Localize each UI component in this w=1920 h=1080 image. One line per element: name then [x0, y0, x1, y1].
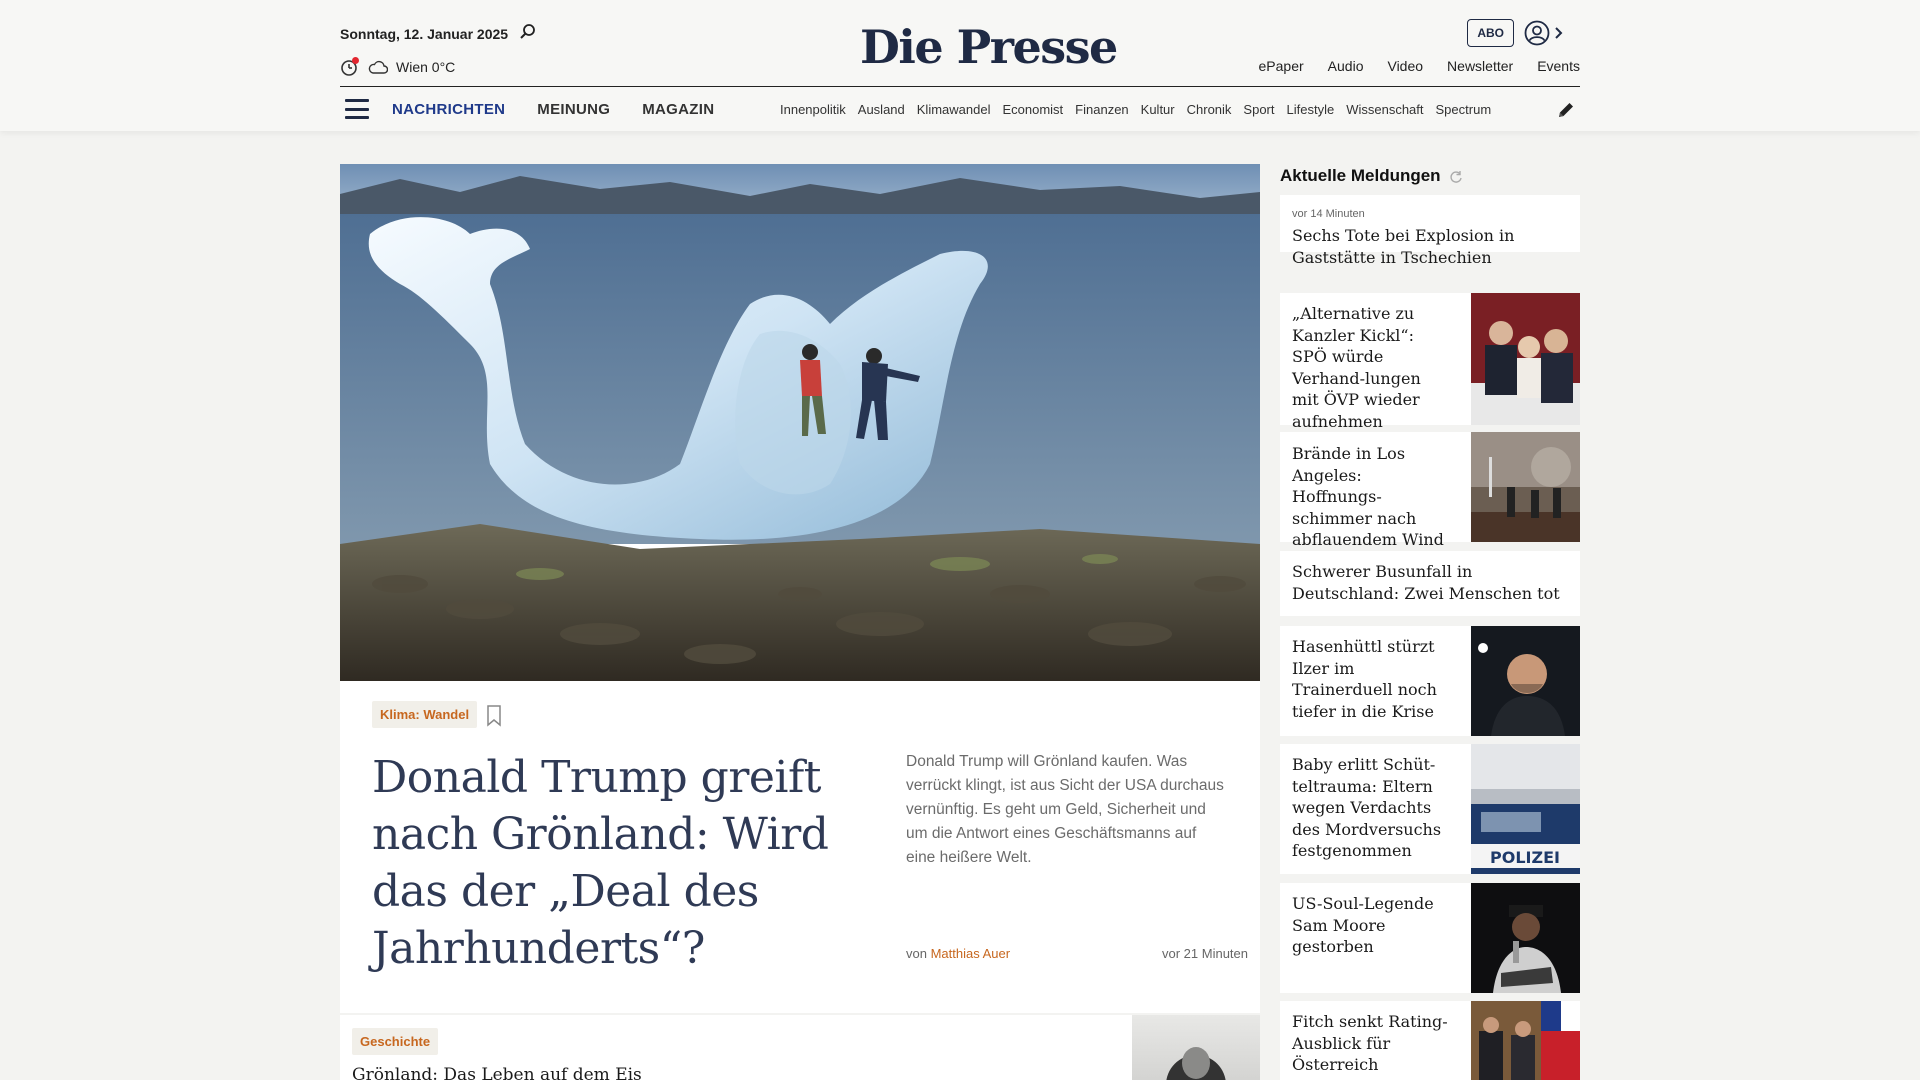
- cloud-icon: [368, 60, 389, 74]
- hamburger-menu-icon[interactable]: [345, 99, 369, 119]
- news-title[interactable]: Hasenhüttl stürzt Ilzer im Trainerduell …: [1292, 636, 1452, 722]
- news-item[interactable]: vor 14 Minuten Sechs Tote bei Explosion …: [1280, 195, 1580, 267]
- subnav-spectrum[interactable]: Spectrum: [1436, 102, 1492, 117]
- news-time: vor 14 Minuten: [1292, 208, 1365, 220]
- hero-image[interactable]: [340, 164, 1260, 681]
- subnav-finanzen[interactable]: Finanzen: [1075, 102, 1128, 117]
- second-article[interactable]: Geschichte Grönland: Das Leben auf dem E…: [340, 1015, 1260, 1080]
- clock-icon: [340, 57, 360, 77]
- second-article-tag[interactable]: Geschichte: [352, 1028, 439, 1055]
- pencil-icon[interactable]: [1556, 100, 1576, 120]
- sidebar-title: Aktuelle Meldungen: [1280, 166, 1463, 186]
- article-headline[interactable]: Donald Trump greift nach Grönland: Wird …: [372, 749, 842, 977]
- nav-nachrichten[interactable]: NACHRICHTEN: [392, 101, 505, 118]
- subnav-fade: [1500, 96, 1540, 122]
- news-item[interactable]: „Alternative zu Kanzler Kickl“: SPÖ würd…: [1280, 293, 1580, 431]
- news-title[interactable]: Sechs Tote bei Explosion in Gaststätte i…: [1292, 225, 1562, 268]
- subnav-chronik[interactable]: Chronik: [1187, 102, 1232, 117]
- news-title[interactable]: US-Soul-Legende Sam Moore gestorben: [1292, 893, 1452, 958]
- current-date: Sonntag, 12. Januar 2025: [340, 26, 509, 42]
- link-events[interactable]: Events: [1537, 58, 1580, 74]
- account-button[interactable]: [1514, 18, 1564, 48]
- link-epaper[interactable]: ePaper: [1259, 58, 1304, 74]
- news-item[interactable]: Baby erlitt Schüt-teltrauma: Eltern wege…: [1280, 744, 1580, 874]
- article-teaser: Donald Trump will Grönland kaufen. Was v…: [906, 753, 1224, 866]
- sub-nav: Innenpolitik Ausland Klimawandel Economi…: [780, 102, 1540, 117]
- lead-article[interactable]: Klima: Wandel Donald Trump greift nach G…: [340, 164, 1260, 1013]
- abo-button[interactable]: ABO: [1467, 19, 1514, 47]
- subnav-sport[interactable]: Sport: [1243, 102, 1274, 117]
- sidebar-title-text: Aktuelle Meldungen: [1280, 166, 1441, 185]
- subnav-ausland[interactable]: Ausland: [858, 102, 905, 117]
- chevron-right-icon: [1554, 26, 1564, 40]
- subnav-innenpolitik[interactable]: Innenpolitik: [780, 102, 846, 117]
- news-item[interactable]: Brände in Los Angeles: Hoffnungs-schimme…: [1280, 432, 1580, 549]
- police-car-lettering: POLIZEI: [1490, 848, 1560, 867]
- weather-widget[interactable]: Wien 0°C: [340, 55, 455, 79]
- byline-prefix: von: [906, 946, 927, 961]
- news-item[interactable]: Fitch senkt Rating-Ausblick für Österrei…: [1280, 1001, 1580, 1080]
- weather-text: Wien 0°C: [396, 59, 456, 75]
- top-links: ePaper Audio Video Newsletter Events: [1259, 58, 1580, 74]
- article-tag[interactable]: Klima: Wandel: [372, 701, 478, 728]
- news-title[interactable]: „Alternative zu Kanzler Kickl“: SPÖ würd…: [1292, 303, 1452, 432]
- second-article-title[interactable]: Grönland: Das Leben auf dem Eis: [352, 1065, 642, 1080]
- news-thumbnail[interactable]: [1471, 626, 1580, 736]
- news-thumbnail[interactable]: [1471, 1001, 1580, 1080]
- site-header: Sonntag, 12. Januar 2025 Wien 0°C Die Pr…: [0, 0, 1920, 131]
- link-video[interactable]: Video: [1387, 58, 1423, 74]
- author-link[interactable]: Matthias Auer: [931, 946, 1011, 961]
- news-title[interactable]: Schwerer Busunfall in Deutschland: Zwei …: [1292, 561, 1572, 604]
- subnav-wissenschaft[interactable]: Wissenschaft: [1346, 102, 1423, 117]
- link-audio[interactable]: Audio: [1328, 58, 1364, 74]
- user-icon: [1524, 20, 1550, 46]
- subnav-klimawandel[interactable]: Klimawandel: [917, 102, 991, 117]
- nav-magazin[interactable]: MAGAZIN: [642, 101, 714, 118]
- news-item[interactable]: US-Soul-Legende Sam Moore gestorben: [1280, 883, 1580, 993]
- news-thumbnail[interactable]: [1471, 883, 1580, 993]
- subnav-economist[interactable]: Economist: [1002, 102, 1063, 117]
- refresh-icon[interactable]: [1449, 169, 1463, 183]
- search-icon[interactable]: [517, 21, 539, 43]
- news-thumbnail[interactable]: [1471, 293, 1580, 425]
- news-title[interactable]: Brände in Los Angeles: Hoffnungs-schimme…: [1292, 443, 1452, 551]
- news-title[interactable]: Fitch senkt Rating-Ausblick für Österrei…: [1292, 1011, 1452, 1076]
- link-newsletter[interactable]: Newsletter: [1447, 58, 1513, 74]
- article-time: vor 21 Minuten: [1162, 946, 1248, 961]
- subnav-lifestyle[interactable]: Lifestyle: [1287, 102, 1335, 117]
- main-nav: NACHRICHTEN MEINUNG MAGAZIN: [392, 101, 714, 118]
- second-article-thumbnail[interactable]: [1132, 1015, 1260, 1080]
- nav-meinung[interactable]: MEINUNG: [537, 101, 610, 118]
- site-logo[interactable]: Die Presse: [860, 20, 1118, 74]
- article-byline: von Matthias Auer: [906, 946, 1010, 961]
- news-item[interactable]: Hasenhüttl stürzt Ilzer im Trainerduell …: [1280, 626, 1580, 736]
- bookmark-icon[interactable]: [486, 705, 502, 727]
- news-title[interactable]: Baby erlitt Schüt-teltrauma: Eltern wege…: [1292, 754, 1452, 862]
- news-item[interactable]: Schwerer Busunfall in Deutschland: Zwei …: [1280, 551, 1580, 616]
- header-divider: [340, 86, 1580, 87]
- news-thumbnail[interactable]: POLIZEI: [1471, 744, 1580, 874]
- news-thumbnail[interactable]: [1471, 432, 1580, 542]
- subnav-kultur[interactable]: Kultur: [1141, 102, 1175, 117]
